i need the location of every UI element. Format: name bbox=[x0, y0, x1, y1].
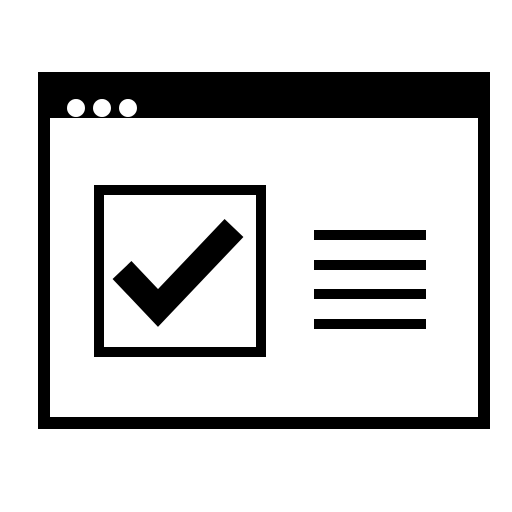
window-dot-icon bbox=[67, 99, 85, 117]
text-lines-graphic bbox=[314, 230, 426, 329]
text-line bbox=[314, 260, 426, 270]
window-dot-icon bbox=[93, 99, 111, 117]
checked-checkbox-icon bbox=[94, 185, 266, 357]
text-line bbox=[314, 289, 426, 299]
text-line bbox=[314, 319, 426, 329]
text-line bbox=[314, 230, 426, 240]
window-title-bar bbox=[50, 84, 478, 118]
window-dot-icon bbox=[119, 99, 137, 117]
text-lines-icon bbox=[314, 226, 426, 336]
checkbox-graphic bbox=[94, 185, 266, 357]
icon-canvas bbox=[0, 0, 512, 512]
